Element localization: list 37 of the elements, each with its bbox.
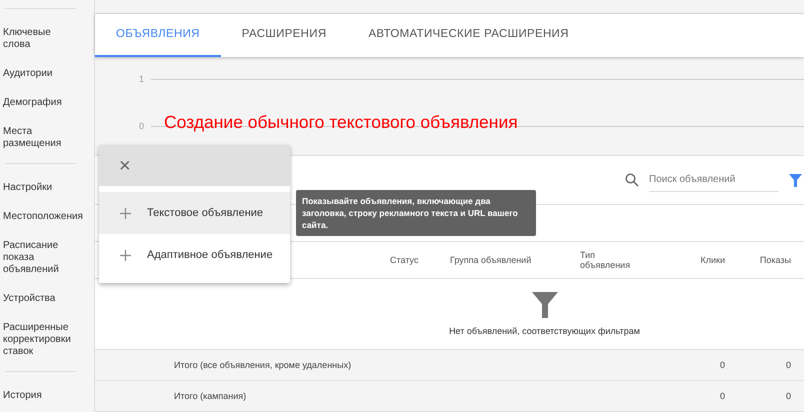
menu-item[interactable]: Адаптивное объявление [99,234,290,276]
sidebar-item[interactable]: Настройки [0,182,94,194]
tooltip: Показывайте объявления, включающие два заголовка, строку рекламного текста и URL вашего сайта. [296,190,536,236]
column-header: Клики [700,255,726,265]
sidebar-item[interactable]: Устройства [0,293,94,305]
axis-label: 0 [139,121,146,131]
sidebar-item[interactable]: Расписание показа объявлений [0,240,94,276]
table-cell-text: 0 [718,391,726,401]
table-cell-text: Итого (все объявления, кроме удаленных) [174,360,352,370]
table-cell-text: 0 [784,391,792,401]
tab[interactable]: ОБЪЯВЛЕНИЯ [95,14,221,57]
sidebar-item[interactable]: История [0,390,94,402]
sidebar-item[interactable]: Расширенные корректировки ставок [0,322,94,358]
column-header: Группа объявлений [450,255,532,265]
sidebar-item[interactable]: Местоположения [0,211,94,223]
plus-icon [120,208,131,218]
plus-icon [120,250,131,260]
column-header: Тип объявления [580,250,632,270]
filter-icon [532,292,558,318]
axis-label: 1 [139,74,146,84]
table-cell-text: 0 [718,360,726,370]
column-header: Показы [758,255,792,265]
annotation-text: Создание обычного текстового объявления [164,112,518,133]
sidebar-item[interactable]: Ключевые слова [0,27,94,51]
sidebar-item[interactable]: Демография [0,97,94,109]
table-cell-text: Итого (кампания) [174,391,248,401]
column-header: Статус [390,255,420,265]
tab[interactable]: АВТОМАТИЧЕСКИЕ РАСШИРЕНИЯ [347,14,590,57]
empty-message: Нет объявлений, соответствующих фильтрам [449,326,640,336]
tab[interactable]: РАСШИРЕНИЯ [220,14,348,57]
sidebar-item[interactable]: Аудитории [0,68,94,80]
filter-icon[interactable] [789,174,802,186]
table-cell-text: 0 [784,360,792,370]
menu-item[interactable]: Текстовое объявление [99,192,290,234]
sidebar-item[interactable]: Места размещения [0,126,94,150]
search-icon [625,173,639,187]
close-button[interactable]: × [119,156,131,176]
